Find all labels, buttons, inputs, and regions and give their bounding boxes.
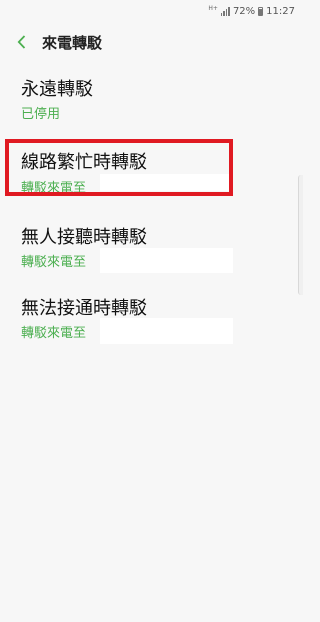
list-item-forward-when-unreachable[interactable]: 無法接通時轉駁 轉駁來電至 [0,294,303,364]
battery-percent: 72% [232,5,256,17]
redacted-number [100,248,233,273]
battery-icon [258,6,264,16]
chevron-left-icon [17,35,25,49]
list-item-status: 已停用 [21,107,61,122]
signal-icon [220,6,230,16]
list-item-status: 轉駁來電至 [21,255,87,270]
list-item-label: 無法接通時轉駁 [21,298,147,319]
status-bar: H+ 72% 11:27 [0,0,303,22]
screen: H+ 72% 11:27 來電轉駁 永遠轉駁 已停用 線路繁忙時轉駁 轉駁來電至… [0,0,303,622]
back-button[interactable] [14,35,28,49]
list-item-always-forward[interactable]: 永遠轉駁 已停用 [0,75,303,145]
page-title: 來電轉駁 [42,33,103,52]
redacted-number [100,318,233,344]
app-bar: 來電轉駁 [0,22,303,62]
highlight-box [5,139,233,196]
scrollbar[interactable] [298,175,303,295]
list-item-status: 轉駁來電至 [21,326,87,341]
list-item-forward-when-unanswered[interactable]: 無人接聽時轉駁 轉駁來電至 [0,223,303,293]
list-item-label: 永遠轉駁 [21,79,93,100]
list-item-label: 無人接聽時轉駁 [21,227,147,248]
clock: 11:27 [266,5,295,17]
network-type: H+ [208,4,218,12]
